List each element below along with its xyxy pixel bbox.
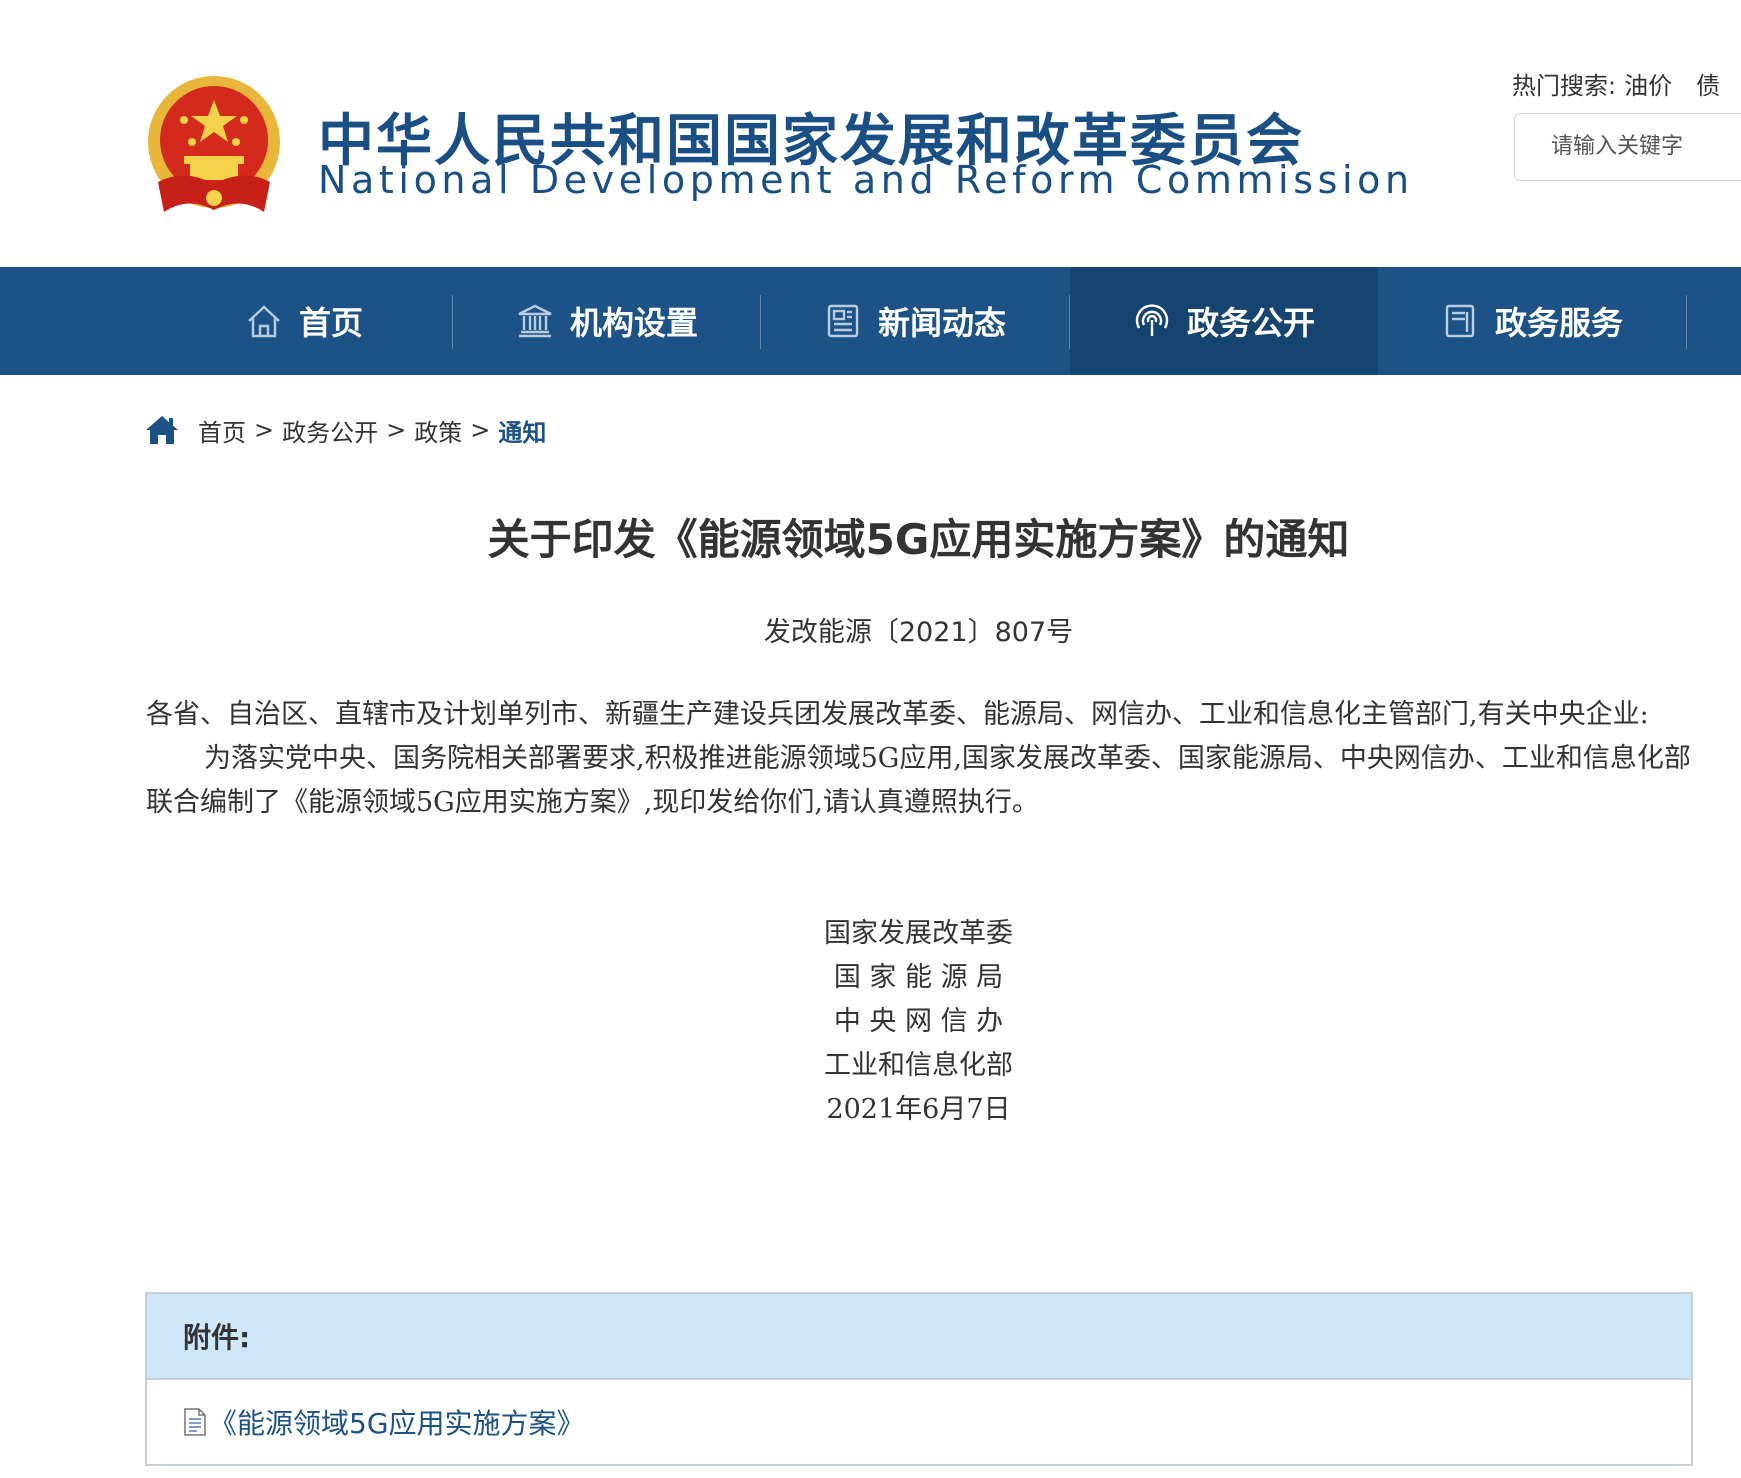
attachments-header: 附件: <box>147 1294 1691 1380</box>
site-header: 中华人民共和国国家发展和改革委员会 National Development a… <box>0 0 1741 267</box>
signatory: 国 家 能 源 局 <box>833 962 1004 993</box>
article-title: 关于印发《能源领域5G应用实施方案》的通知 <box>487 515 1350 564</box>
nav-item-institution[interactable]: 机构设置 <box>453 267 761 375</box>
breadcrumb: 首页 > 政务公开 > 政策 > 通知 <box>144 412 546 448</box>
attachments-box: 附件: 《能源领域5G应用实施方案》 <box>145 1292 1693 1466</box>
search-box[interactable] <box>1514 113 1741 181</box>
breadcrumb-policy[interactable]: 政策 <box>414 413 462 448</box>
signatory: 国家发展改革委 <box>824 918 1013 949</box>
hot-search-keyword[interactable]: 债 <box>1696 72 1720 100</box>
nav-label: 政务服务 <box>1494 304 1623 342</box>
signatory: 中 央 网 信 办 <box>833 1006 1004 1037</box>
institution-icon <box>518 304 552 338</box>
signatures: 国家发展改革委 国 家 能 源 局 中 央 网 信 办 工业和信息化部 2021… <box>146 912 1691 1132</box>
signatory: 工业和信息化部 <box>824 1050 1013 1081</box>
main-nav: 首页 机构设置 新闻动态 政务公开 政务服务 <box>0 267 1741 375</box>
national-emblem-icon[interactable] <box>144 72 284 220</box>
breadcrumb-government-affairs[interactable]: 政务公开 <box>282 413 378 448</box>
breadcrumb-current[interactable]: 通知 <box>498 413 546 448</box>
hot-search: 热门搜索: 油价债 <box>1512 66 1736 101</box>
nav-label: 政务公开 <box>1186 304 1315 342</box>
home-icon <box>248 305 280 338</box>
site-title-en[interactable]: National Development and Reform Commissi… <box>318 158 1414 202</box>
nav-label: 首页 <box>298 304 363 342</box>
breadcrumb-separator: > <box>386 416 407 444</box>
service-doc-icon <box>1445 304 1475 338</box>
search-input[interactable] <box>1551 134 1741 159</box>
document-number: 发改能源〔2021〕807号 <box>763 617 1074 648</box>
broadcast-icon <box>1135 304 1169 336</box>
nav-item-home[interactable]: 首页 <box>150 267 458 375</box>
attachment-item[interactable]: 《能源领域5G应用实施方案》 <box>147 1380 1691 1464</box>
nav-label: 新闻动态 <box>877 304 1006 342</box>
nav-label: 机构设置 <box>569 304 698 342</box>
nav-item-news[interactable]: 新闻动态 <box>761 267 1069 375</box>
attachment-link[interactable]: 《能源领域5G应用实施方案》 <box>209 1402 585 1442</box>
news-icon <box>827 304 859 338</box>
home-icon[interactable] <box>144 414 180 446</box>
breadcrumb-home[interactable]: 首页 <box>198 413 246 448</box>
article-paragraph: 为落实党中央、国务院相关部署要求,积极推进能源领域5G应用,国家发展改革委、国家… <box>146 743 1691 818</box>
hot-search-label: 热门搜索: <box>1512 72 1617 100</box>
breadcrumb-separator: > <box>254 416 275 444</box>
article-body: 各省、自治区、直辖市及计划单列市、新疆生产建设兵团发展改革委、能源局、网信办、工… <box>146 693 1691 825</box>
nav-item-government-affairs[interactable]: 政务公开 <box>1070 267 1378 375</box>
breadcrumb-separator: > <box>470 416 491 444</box>
nav-item-government-services[interactable]: 政务服务 <box>1378 267 1686 375</box>
hot-search-keyword[interactable]: 油价 <box>1624 72 1672 100</box>
nav-divider <box>1686 295 1687 349</box>
signature-date: 2021年6月7日 <box>826 1094 1011 1125</box>
document-file-icon <box>184 1408 206 1436</box>
article-recipients: 各省、自治区、直辖市及计划单列市、新疆生产建设兵团发展改革委、能源局、网信办、工… <box>146 699 1649 730</box>
